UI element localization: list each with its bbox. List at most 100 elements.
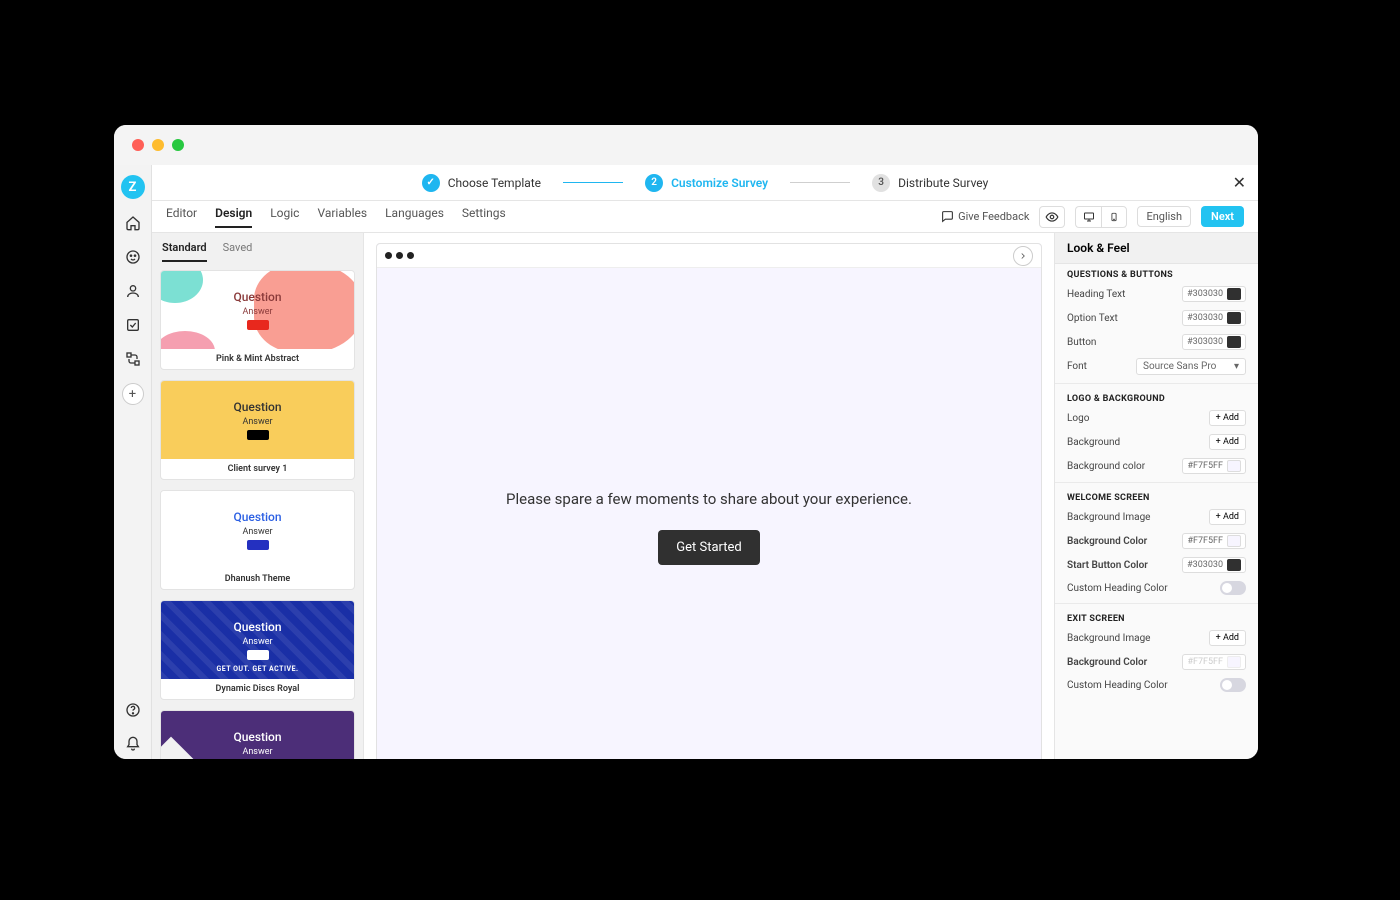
theme-card[interactable]: Question Answer Dhanush Theme — [160, 490, 355, 590]
wizard-step-label: Distribute Survey — [898, 176, 988, 190]
device-toggle — [1075, 206, 1127, 228]
wizard-step-1[interactable]: ✓ Choose Template — [422, 174, 541, 192]
browser-dots-icon — [385, 252, 414, 259]
tab-logic[interactable]: Logic — [270, 206, 299, 228]
color-chip-icon — [1227, 656, 1241, 668]
theme-preview: Question Answer GET OUT. GET ACTIVE. — [161, 601, 354, 679]
toggle-switch[interactable] — [1220, 581, 1246, 595]
canvas-chrome — [377, 244, 1041, 268]
mobile-icon[interactable] — [1101, 206, 1127, 228]
add-button[interactable]: + — [122, 383, 144, 405]
prop-row-background-color: Background color #F7F5FF — [1055, 454, 1258, 478]
theme-name: Dhanush Theme — [161, 569, 354, 589]
canvas-body: Please spare a few moments to share abou… — [377, 268, 1041, 759]
get-started-button[interactable]: Get Started — [658, 530, 759, 565]
color-swatch[interactable]: #303030 — [1182, 286, 1246, 302]
prop-row-heading-text: Heading Text #303030 — [1055, 282, 1258, 306]
add-logo-button[interactable]: + Add — [1209, 410, 1246, 426]
tab-standard[interactable]: Standard — [162, 241, 207, 262]
prop-label: Background color — [1067, 461, 1145, 472]
color-swatch[interactable]: #F7F5FF — [1182, 533, 1246, 549]
hex-value: #F7F5FF — [1187, 461, 1223, 471]
theme-name: Client survey 1 — [161, 459, 354, 479]
preview-answer: Answer — [242, 417, 272, 427]
hex-value: #303030 — [1187, 313, 1223, 323]
font-select[interactable]: Source Sans Pro ▾ — [1136, 358, 1246, 375]
preview-icon[interactable] — [1039, 206, 1065, 228]
step-badge: 3 — [872, 174, 890, 192]
prop-label: Background Image — [1067, 633, 1151, 644]
left-icon-rail: Z + — [114, 165, 152, 759]
select-value: Source Sans Pro — [1143, 361, 1216, 372]
preview-chip — [247, 430, 269, 440]
preview-question: Question — [233, 510, 281, 524]
workflow-icon[interactable] — [123, 349, 143, 369]
minimize-window-icon[interactable] — [152, 139, 164, 151]
prop-row-custom-heading-color-exit: Custom Heading Color — [1055, 674, 1258, 696]
add-background-button[interactable]: + Add — [1209, 434, 1246, 450]
theme-preview: Question Answer — [161, 381, 354, 459]
next-page-icon[interactable] — [1013, 246, 1033, 266]
welcome-headline: Please spare a few moments to share abou… — [506, 490, 912, 508]
close-icon[interactable]: ✕ — [1233, 173, 1246, 192]
wizard-connector — [790, 182, 850, 183]
tab-settings[interactable]: Settings — [462, 206, 506, 228]
wizard-step-label: Customize Survey — [671, 176, 768, 190]
close-window-icon[interactable] — [132, 139, 144, 151]
step-badge: 2 — [645, 174, 663, 192]
tab-design[interactable]: Design — [215, 206, 252, 228]
tab-editor[interactable]: Editor — [166, 206, 197, 228]
theme-card[interactable]: Question Answer Pink & Mint Abstract — [160, 270, 355, 370]
theme-card[interactable]: Question Answer — [160, 710, 355, 759]
color-chip-icon — [1227, 336, 1241, 348]
next-button[interactable]: Next — [1201, 206, 1244, 227]
add-welcome-bg-button[interactable]: + Add — [1209, 509, 1246, 525]
prop-row-welcome-bg-color: Background Color #F7F5FF — [1055, 529, 1258, 553]
preview-question: Question — [233, 400, 281, 414]
tab-saved[interactable]: Saved — [223, 241, 253, 262]
prop-row-start-button-color: Start Button Color #303030 — [1055, 553, 1258, 577]
theme-name: Dynamic Discs Royal — [161, 679, 354, 699]
preview-chip — [247, 650, 269, 660]
help-icon[interactable] — [123, 700, 143, 720]
desktop-icon[interactable] — [1075, 206, 1101, 228]
main-area: ✓ Choose Template 2 Customize Survey 3 D… — [152, 165, 1258, 759]
language-select[interactable]: English — [1137, 206, 1191, 227]
chat-icon[interactable] — [123, 247, 143, 267]
tab-languages[interactable]: Languages — [385, 206, 444, 228]
user-icon[interactable] — [123, 281, 143, 301]
bell-icon[interactable] — [123, 734, 143, 754]
color-swatch[interactable]: #F7F5FF — [1182, 458, 1246, 474]
prop-label: Heading Text — [1067, 289, 1125, 300]
window-controls — [132, 139, 184, 151]
theme-list[interactable]: Question Answer Pink & Mint Abstract Que… — [152, 262, 363, 759]
add-exit-bg-button[interactable]: + Add — [1209, 630, 1246, 646]
prop-row-background: Background + Add — [1055, 430, 1258, 454]
preview-answer: Answer — [242, 307, 272, 317]
color-swatch[interactable]: #F7F5FF — [1182, 654, 1246, 670]
home-icon[interactable] — [123, 213, 143, 233]
color-chip-icon — [1227, 535, 1241, 547]
maximize-window-icon[interactable] — [172, 139, 184, 151]
tab-variables[interactable]: Variables — [317, 206, 367, 228]
prop-label: Option Text — [1067, 313, 1118, 324]
preview-chip — [247, 540, 269, 550]
app-window: Z + — [114, 125, 1258, 759]
panel-title: Look & Feel — [1055, 233, 1258, 264]
wizard-step-2[interactable]: 2 Customize Survey — [645, 174, 768, 192]
wizard-step-3[interactable]: 3 Distribute Survey — [872, 174, 988, 192]
color-swatch[interactable]: #303030 — [1182, 557, 1246, 573]
editor-tabs: Editor Design Logic Variables Languages … — [166, 206, 506, 228]
give-feedback-button[interactable]: Give Feedback — [941, 210, 1029, 223]
task-icon[interactable] — [123, 315, 143, 335]
theme-card[interactable]: Question Answer Client survey 1 — [160, 380, 355, 480]
app-logo[interactable]: Z — [121, 175, 145, 199]
color-swatch[interactable]: #303030 — [1182, 310, 1246, 326]
theme-card[interactable]: Question Answer GET OUT. GET ACTIVE. Dyn… — [160, 600, 355, 700]
color-swatch[interactable]: #303030 — [1182, 334, 1246, 350]
preview-answer: Answer — [242, 637, 272, 647]
toggle-switch[interactable] — [1220, 678, 1246, 692]
prop-row-exit-bg-image: Background Image + Add — [1055, 626, 1258, 650]
secondary-toolbar: Editor Design Logic Variables Languages … — [152, 201, 1258, 233]
prop-label: Font — [1067, 361, 1087, 372]
